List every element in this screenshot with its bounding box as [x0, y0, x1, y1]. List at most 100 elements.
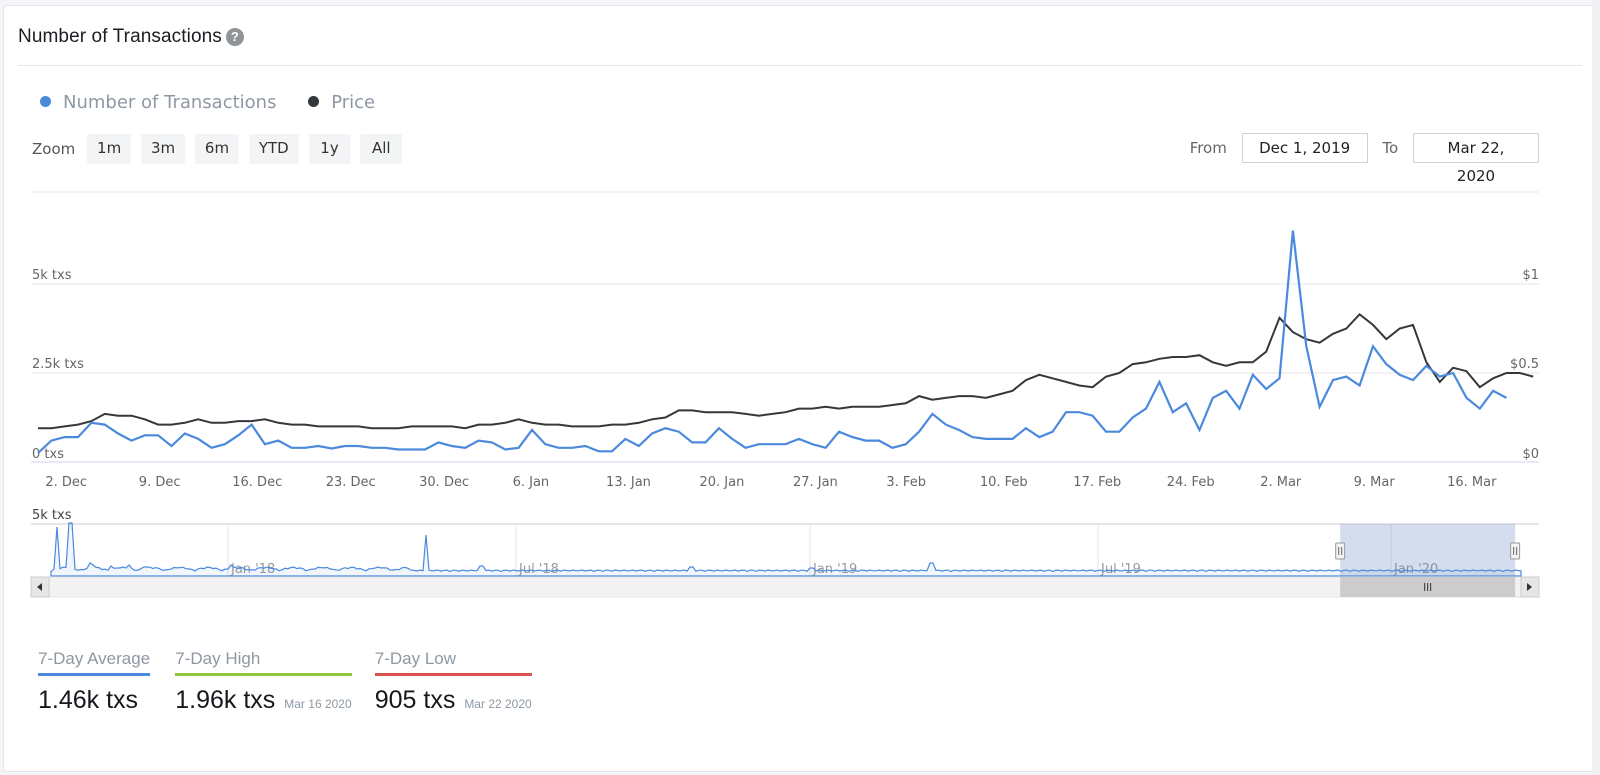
point-transactions[interactable]: [610, 449, 615, 454]
point-price[interactable]: [623, 422, 628, 427]
point-price[interactable]: [810, 406, 815, 411]
point-transactions[interactable]: [877, 438, 882, 443]
point-price[interactable]: [543, 422, 548, 427]
point-transactions[interactable]: [503, 447, 508, 452]
point-transactions[interactable]: [209, 445, 214, 450]
point-transactions[interactable]: [997, 436, 1002, 441]
point-price[interactable]: [957, 394, 962, 399]
point-transactions[interactable]: [930, 411, 935, 416]
point-price[interactable]: [650, 417, 655, 422]
point-price[interactable]: [1517, 371, 1522, 376]
point-price[interactable]: [196, 417, 201, 422]
point-price[interactable]: [369, 426, 374, 431]
point-price[interactable]: [463, 426, 468, 431]
point-transactions[interactable]: [436, 440, 441, 445]
point-transactions[interactable]: [1010, 436, 1015, 441]
point-transactions[interactable]: [783, 442, 788, 447]
point-price[interactable]: [516, 417, 521, 422]
point-transactions[interactable]: [1144, 406, 1149, 411]
point-transactions[interactable]: [49, 438, 54, 443]
point-transactions[interactable]: [1437, 374, 1442, 379]
point-transactions[interactable]: [356, 443, 361, 448]
point-price[interactable]: [262, 417, 267, 422]
point-transactions[interactable]: [1050, 429, 1055, 434]
point-transactions[interactable]: [863, 438, 868, 443]
point-price[interactable]: [1330, 331, 1335, 336]
point-transactions[interactable]: [583, 443, 588, 448]
point-transactions[interactable]: [1357, 383, 1362, 388]
point-price[interactable]: [49, 426, 54, 431]
point-transactions[interactable]: [690, 440, 695, 445]
point-transactions[interactable]: [1170, 410, 1175, 415]
point-transactions[interactable]: [716, 426, 721, 431]
point-price[interactable]: [529, 420, 534, 425]
point-transactions[interactable]: [169, 443, 174, 448]
point-transactions[interactable]: [116, 431, 121, 436]
point-transactions[interactable]: [983, 436, 988, 441]
point-transactions[interactable]: [343, 443, 348, 448]
point-price[interactable]: [596, 424, 601, 429]
point-price[interactable]: [877, 404, 882, 409]
point-price[interactable]: [890, 403, 895, 408]
point-price[interactable]: [690, 408, 695, 413]
point-transactions[interactable]: [262, 442, 267, 447]
point-transactions[interactable]: [1477, 406, 1482, 411]
point-price[interactable]: [396, 426, 401, 431]
point-price[interactable]: [1371, 322, 1376, 327]
point-price[interactable]: [1250, 360, 1255, 365]
point-price[interactable]: [156, 422, 161, 427]
point-transactions[interactable]: [570, 445, 575, 450]
point-price[interactable]: [356, 424, 361, 429]
point-transactions[interactable]: [529, 427, 534, 432]
navigator-selection[interactable]: [1340, 524, 1516, 576]
point-price[interactable]: [943, 395, 948, 400]
point-price[interactable]: [1224, 363, 1229, 368]
point-price[interactable]: [489, 422, 494, 427]
point-transactions[interactable]: [1237, 406, 1242, 411]
point-price[interactable]: [1184, 354, 1189, 359]
point-transactions[interactable]: [329, 446, 334, 451]
point-price[interactable]: [1237, 360, 1242, 365]
point-transactions[interactable]: [369, 445, 374, 450]
point-transactions[interactable]: [1184, 401, 1189, 406]
point-transactions[interactable]: [1384, 362, 1389, 367]
point-price[interactable]: [730, 410, 735, 415]
point-price[interactable]: [1464, 369, 1469, 374]
main-chart[interactable]: 5k txs 2.5k txs 0 txs $1 $0.5 $0 2. Dec 9…: [4, 6, 1596, 616]
point-transactions[interactable]: [943, 422, 948, 427]
point-price[interactable]: [1077, 383, 1082, 388]
point-price[interactable]: [930, 397, 935, 402]
point-transactions[interactable]: [156, 433, 161, 438]
point-transactions[interactable]: [663, 426, 668, 431]
point-price[interactable]: [663, 415, 668, 420]
point-price[interactable]: [1130, 362, 1135, 367]
point-price[interactable]: [1531, 374, 1536, 379]
navigator-handle-left[interactable]: [1335, 542, 1346, 560]
point-price[interactable]: [796, 406, 801, 411]
point-transactions[interactable]: [596, 449, 601, 454]
point-price[interactable]: [1090, 385, 1095, 390]
point-price[interactable]: [850, 404, 855, 409]
point-transactions[interactable]: [1264, 387, 1269, 392]
point-price[interactable]: [570, 424, 575, 429]
point-price[interactable]: [743, 411, 748, 416]
point-transactions[interactable]: [1210, 395, 1215, 400]
point-price[interactable]: [129, 413, 134, 418]
point-transactions[interactable]: [76, 435, 81, 440]
point-transactions[interactable]: [796, 436, 801, 441]
point-transactions[interactable]: [1077, 410, 1082, 415]
point-transactions[interactable]: [636, 443, 641, 448]
point-price[interactable]: [1477, 385, 1482, 390]
point-transactions[interactable]: [957, 427, 962, 432]
point-price[interactable]: [837, 406, 842, 411]
point-transactions[interactable]: [1371, 344, 1376, 349]
point-transactions[interactable]: [850, 435, 855, 440]
point-price[interactable]: [1037, 372, 1042, 377]
point-transactions[interactable]: [102, 422, 107, 427]
point-price[interactable]: [783, 410, 788, 415]
point-transactions[interactable]: [236, 433, 241, 438]
point-price[interactable]: [76, 422, 81, 427]
point-price[interactable]: [1451, 365, 1456, 370]
point-transactions[interactable]: [1063, 410, 1068, 415]
point-price[interactable]: [970, 394, 975, 399]
